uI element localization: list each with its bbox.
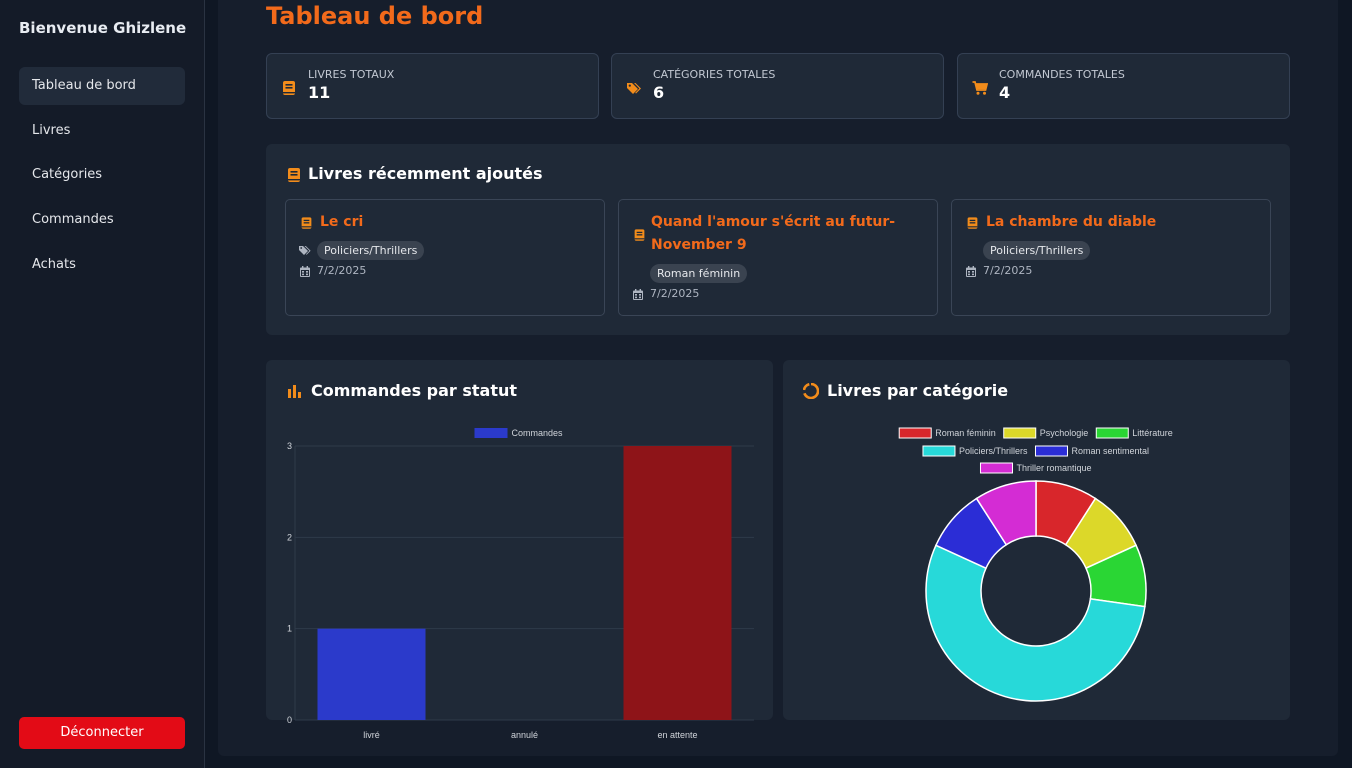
legend-label: Thriller romantique bbox=[1016, 463, 1091, 473]
sidebar-item-orders[interactable]: Commandes bbox=[19, 201, 185, 239]
legend-swatch bbox=[922, 445, 956, 457]
x-tick-label: livré bbox=[363, 730, 380, 740]
welcome-text: Bienvenue Ghizlene bbox=[19, 19, 187, 37]
y-tick-label: 1 bbox=[287, 624, 292, 634]
legend-swatch bbox=[1003, 427, 1037, 439]
bar bbox=[317, 628, 426, 720]
sidebar-item-books[interactable]: Livres bbox=[19, 112, 185, 150]
charts-canvas: 0 1 2 3 Commandes livré annulé en attente Roman … bbox=[287, 427, 1173, 740]
main-content: Tableau de bord LIVRES TOTAUX 11 CATÉGOR… bbox=[218, 0, 1338, 756]
sidebar: Bienvenue Ghizlene Tableau de bord Livre… bbox=[0, 0, 205, 768]
x-tick-label: annulé bbox=[511, 730, 538, 740]
logout-button[interactable]: Déconnecter bbox=[19, 717, 185, 749]
legend-swatch bbox=[1095, 427, 1129, 439]
legend-label: Policiers/Thrillers bbox=[959, 446, 1028, 456]
x-tick-label: en attente bbox=[657, 730, 697, 740]
y-tick-label: 2 bbox=[287, 532, 292, 542]
legend-swatch bbox=[898, 427, 932, 439]
legend-label: Roman sentimental bbox=[1071, 446, 1149, 456]
legend-swatch bbox=[979, 462, 1013, 474]
sidebar-item-dashboard[interactable]: Tableau de bord bbox=[19, 67, 185, 105]
y-tick-label: 0 bbox=[287, 715, 292, 725]
legend-label: Commandes bbox=[512, 428, 564, 438]
sidebar-item-purchases[interactable]: Achats bbox=[19, 246, 185, 284]
legend-swatch bbox=[1034, 445, 1068, 457]
legend-swatch bbox=[474, 428, 508, 438]
y-tick-label: 3 bbox=[287, 441, 292, 451]
bar bbox=[623, 446, 732, 720]
legend-label: Littérature bbox=[1132, 428, 1173, 438]
legend-label: Psychologie bbox=[1040, 428, 1089, 438]
sidebar-item-categories[interactable]: Catégories bbox=[19, 156, 185, 194]
legend-label: Roman féminin bbox=[935, 428, 996, 438]
